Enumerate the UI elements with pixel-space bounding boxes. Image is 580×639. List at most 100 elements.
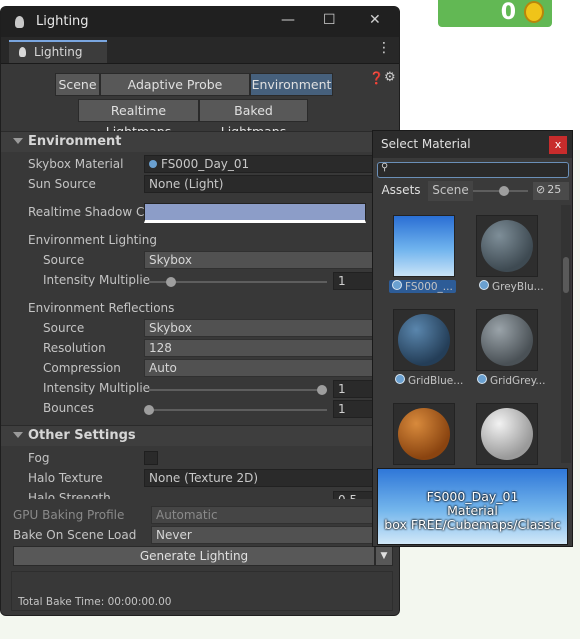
- skybox-material-field[interactable]: FS000_Day_01: [144, 155, 376, 173]
- mode-baked-lightmaps-button[interactable]: Baked Lightmaps: [199, 99, 308, 139]
- close-button[interactable]: ✕: [369, 12, 381, 28]
- gpu-baking-profile-label: GPU Baking Profile: [13, 508, 125, 522]
- material-thumb-gridblue[interactable]: [393, 309, 455, 371]
- eye-slash-icon: ⊘: [536, 183, 546, 196]
- lighting-window: Lighting — ☐ ✕ Lighting ⋮ Scene Adaptive…: [0, 6, 400, 616]
- foldout-arrow-icon: [13, 432, 23, 438]
- bake-panel: GPU Baking Profile Automatic Bake On Sce…: [1, 505, 399, 615]
- lightbulb-icon: [19, 47, 26, 57]
- preview-name: FS000_Day_01: [426, 489, 519, 504]
- lighting-source-label: Source: [43, 253, 85, 267]
- mode-realtime-lightmaps-button[interactable]: Realtime Lightmaps: [78, 99, 199, 139]
- foldout-arrow-icon: [13, 138, 23, 144]
- material-thumb-greyblue[interactable]: [476, 215, 538, 277]
- select-material-title: Select Material: [381, 137, 471, 151]
- reflection-source-dropdown[interactable]: Skybox: [144, 319, 376, 337]
- fog-label: Fog: [28, 451, 50, 465]
- mode-scene-button[interactable]: Scene: [55, 73, 100, 96]
- search-input[interactable]: ⚲: [377, 162, 569, 178]
- reflection-intensity-slider-track[interactable]: [149, 389, 327, 391]
- maximize-button[interactable]: ☐: [323, 12, 336, 28]
- scrollbar-thumb[interactable]: [563, 257, 569, 293]
- bounces-value-field[interactable]: 1: [333, 400, 373, 418]
- halo-strength-value[interactable]: 0.5: [333, 491, 373, 499]
- material-thumb-gridgrey[interactable]: [476, 309, 538, 371]
- material-icon: [392, 280, 402, 290]
- sphere-preview: [481, 314, 533, 366]
- material-label-fs000[interactable]: FS000_...: [389, 280, 456, 293]
- sphere-preview: [481, 220, 533, 272]
- sphere-preview: [481, 408, 533, 460]
- intensity-slider-handle[interactable]: [166, 277, 176, 287]
- environment-section-header[interactable]: Environment: [1, 131, 399, 152]
- generate-lighting-button[interactable]: Generate Lighting: [13, 546, 375, 566]
- score-value: 0: [500, 0, 516, 25]
- compression-dropdown[interactable]: Auto: [144, 359, 376, 377]
- halo-texture-field[interactable]: None (Texture 2D): [144, 469, 376, 487]
- window-titlebar[interactable]: Lighting — ☐ ✕: [1, 7, 399, 37]
- mode-environment-button[interactable]: Environment: [250, 73, 333, 96]
- bounces-slider-track[interactable]: [149, 409, 327, 411]
- generate-options-dropdown-button[interactable]: ▼: [375, 546, 393, 566]
- resolution-dropdown[interactable]: 128: [144, 339, 376, 357]
- tab-assets[interactable]: Assets: [377, 181, 425, 201]
- material-icon: [479, 280, 489, 290]
- environment-header-label: Environment: [28, 134, 122, 149]
- sphere-preview: [398, 314, 450, 366]
- realtime-shadow-color-label: Realtime Shadow Cc: [28, 205, 151, 219]
- material-thumb-orange[interactable]: [393, 403, 455, 465]
- material-preview: FS000_Day_01 Material box FREE/Cubemaps/…: [377, 468, 568, 545]
- intensity-value-field[interactable]: 1: [333, 272, 373, 290]
- minimize-button[interactable]: —: [281, 12, 295, 28]
- intensity-multiplier-label: Intensity Multiplie: [43, 273, 151, 287]
- halo-strength-label: Halo Strength: [28, 491, 111, 499]
- material-thumb-white[interactable]: [476, 403, 538, 465]
- more-options-icon[interactable]: ⋮: [377, 40, 391, 56]
- gear-icon[interactable]: ⚙: [384, 70, 396, 85]
- preview-type: Material: [447, 503, 498, 518]
- sun-source-field[interactable]: None (Light): [144, 175, 376, 193]
- preview-path: box FREE/Cubemaps/Classic: [384, 517, 561, 532]
- tab-scene[interactable]: Scene: [428, 181, 473, 201]
- bake-on-scene-load-label: Bake On Scene Load: [13, 528, 137, 542]
- bake-on-scene-load-dropdown[interactable]: Never: [151, 526, 376, 544]
- sun-source-label: Sun Source: [28, 177, 96, 191]
- material-icon: [477, 374, 487, 384]
- hidden-count: 25: [547, 183, 562, 196]
- score-hud: 0: [438, 0, 552, 27]
- fog-checkbox[interactable]: [144, 451, 158, 465]
- bounces-slider-handle[interactable]: [144, 405, 154, 415]
- hidden-count-badge[interactable]: ⊘ 25: [533, 182, 569, 200]
- compression-label: Compression: [43, 361, 121, 375]
- realtime-shadow-color-swatch[interactable]: [144, 203, 366, 223]
- reflection-intensity-value-field[interactable]: 1: [333, 380, 373, 398]
- material-label-greyblue[interactable]: GreyBlu...: [479, 280, 544, 293]
- search-icon: ⚲: [381, 162, 389, 173]
- material-label-gridgrey[interactable]: GridGrey...: [477, 374, 545, 387]
- material-icon: [149, 160, 157, 168]
- select-material-popup: Select Material x ⚲ Assets Scene ⊘ 25 FS0…: [372, 130, 573, 547]
- reflection-source-label: Source: [43, 321, 85, 335]
- total-bake-time: Total Bake Time: 00:00:00.00: [18, 596, 172, 608]
- tab-lighting[interactable]: Lighting: [9, 40, 107, 63]
- help-icon[interactable]: ❓: [369, 71, 384, 85]
- thumbnail-size-slider-handle[interactable]: [499, 186, 509, 196]
- other-settings-section-header[interactable]: Other Settings: [1, 425, 399, 446]
- scrollbar[interactable]: [561, 205, 571, 463]
- mode-apv-button[interactable]: Adaptive Probe Volumes: [100, 73, 250, 113]
- lighting-source-dropdown[interactable]: Skybox: [144, 251, 376, 269]
- material-label-gridblue[interactable]: GridBlue...: [395, 374, 463, 387]
- material-thumb-fs000[interactable]: [393, 215, 455, 277]
- window-title: Lighting: [36, 14, 89, 29]
- lightbulb-icon: [15, 16, 24, 28]
- sphere-preview: [398, 408, 450, 460]
- gpu-baking-profile-dropdown[interactable]: Automatic: [151, 506, 376, 524]
- close-popup-button[interactable]: x: [549, 136, 567, 154]
- reflection-intensity-slider-handle[interactable]: [317, 385, 327, 395]
- material-icon: [395, 374, 405, 384]
- bounces-label: Bounces: [43, 401, 95, 415]
- skybox-material-value: FS000_Day_01: [161, 157, 250, 171]
- tab-label: Lighting: [34, 45, 83, 59]
- select-material-titlebar[interactable]: Select Material x: [373, 131, 572, 158]
- skybox-material-label: Skybox Material: [28, 157, 124, 171]
